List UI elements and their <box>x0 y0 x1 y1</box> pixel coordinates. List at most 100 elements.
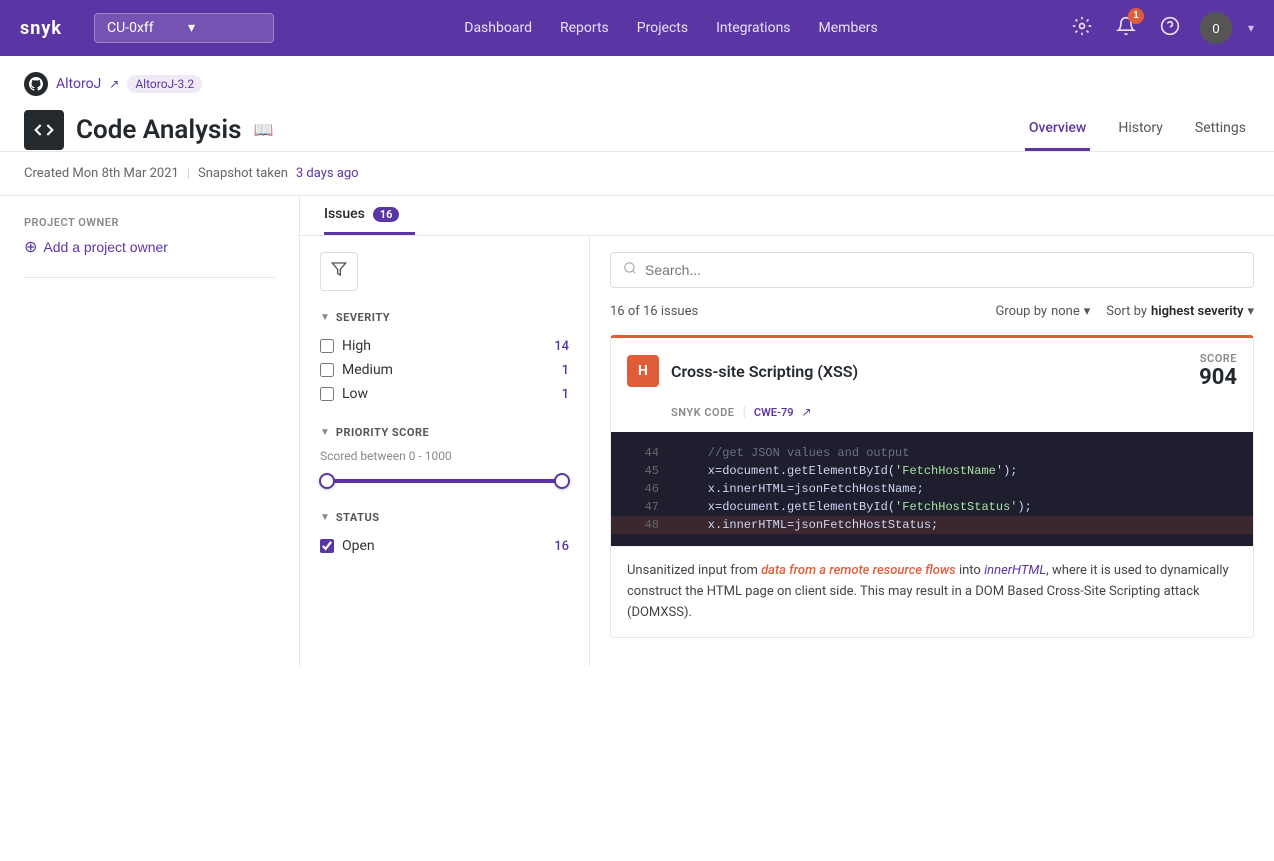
project-header: AltoroJ ↗ AltoroJ-3.2 Code Analysis 📖 Ov… <box>0 56 1274 152</box>
add-project-owner-button[interactable]: ⊕ Add a project owner <box>24 237 168 257</box>
filter-low-label: Low <box>342 386 554 402</box>
meta-source: SNYK CODE <box>671 406 734 419</box>
issue-score-section: SCORE 904 <box>1199 352 1237 390</box>
filter-button[interactable] <box>320 252 358 291</box>
breadcrumb: AltoroJ ↗ AltoroJ-3.2 <box>24 72 1250 96</box>
filter-medium-checkbox[interactable] <box>320 363 334 377</box>
desc-part-2: into <box>956 563 984 578</box>
issue-meta: SNYK CODE | CWE-79 ↗ <box>611 404 1253 432</box>
search-input[interactable] <box>645 262 1241 278</box>
repo-tag: AltoroJ-3.2 <box>127 75 202 93</box>
desc-part-1: Unsanitized input from <box>627 563 761 578</box>
nav-reports[interactable]: Reports <box>560 16 609 40</box>
github-icon <box>24 72 48 96</box>
org-selector[interactable]: CU-0xff ▾ <box>94 13 274 43</box>
user-avatar[interactable]: 0 <box>1200 12 1232 44</box>
avatar-chevron: ▾ <box>1248 21 1254 35</box>
project-owner-label: PROJECT OWNER <box>24 216 275 229</box>
code-content-46: x.innerHTML=jsonFetchHostName; <box>679 482 924 496</box>
severity-section-header[interactable]: ▼ SEVERITY <box>320 311 569 324</box>
plus-icon: ⊕ <box>24 237 37 257</box>
status-filter-section: ▼ STATUS Open 16 <box>320 511 569 558</box>
code-line-46: 46 x.innerHTML=jsonFetchHostName; <box>611 480 1253 498</box>
group-by-value: none <box>1051 304 1080 319</box>
project-sidebar: PROJECT OWNER ⊕ Add a project owner <box>0 196 300 666</box>
filter-low[interactable]: Low 1 <box>320 382 569 406</box>
line-number-48: 48 <box>627 518 659 532</box>
nav-dashboard[interactable]: Dashboard <box>464 16 532 40</box>
filter-low-checkbox[interactable] <box>320 387 334 401</box>
meta-separator: | <box>742 404 745 420</box>
filter-open[interactable]: Open 16 <box>320 534 569 558</box>
filter-high[interactable]: High 14 <box>320 334 569 358</box>
filter-medium[interactable]: Medium 1 <box>320 358 569 382</box>
code-line-47: 47 x=document.getElementById('FetchHostS… <box>611 498 1253 516</box>
tab-history[interactable]: History <box>1114 108 1167 151</box>
range-thumb-right[interactable] <box>554 473 570 489</box>
filter-open-checkbox[interactable] <box>320 539 334 553</box>
sort-by-chevron: ▾ <box>1247 304 1254 319</box>
sort-by-value: highest severity <box>1151 304 1243 319</box>
group-by-chevron: ▾ <box>1084 304 1091 319</box>
issue-card[interactable]: H Cross-site Scripting (XSS) SCORE 904 S… <box>610 335 1254 638</box>
settings-button[interactable] <box>1068 12 1096 45</box>
issue-title: Cross-site Scripting (XSS) <box>671 362 1187 381</box>
snyk-logo: snyk <box>20 18 62 39</box>
filter-medium-count: 1 <box>562 363 569 378</box>
severity-section-title: SEVERITY <box>336 311 390 324</box>
filter-high-count: 14 <box>554 339 569 354</box>
nav-projects[interactable]: Projects <box>637 16 688 40</box>
filter-open-label: Open <box>342 538 546 554</box>
code-analysis-icon <box>24 110 64 150</box>
issues-list-header: 16 of 16 issues Group by none ▾ Sort by … <box>610 304 1254 319</box>
status-section-title: STATUS <box>336 511 380 524</box>
issue-description: Unsanitized input from data from a remot… <box>611 546 1253 637</box>
topnav-actions: 1 0 ▾ <box>1068 12 1254 45</box>
page-title: Code Analysis 📖 <box>24 110 273 150</box>
repo-link[interactable]: AltoroJ <box>56 76 101 92</box>
nav-members[interactable]: Members <box>819 16 878 40</box>
chevron-down-icon: ▾ <box>188 20 261 36</box>
range-fill <box>320 479 569 483</box>
priority-section-header[interactable]: ▼ PRIORITY SCORE <box>320 426 569 439</box>
issues-tab-label: Issues <box>324 206 365 222</box>
snapshot-text: Snapshot taken <box>198 166 288 181</box>
priority-range-slider[interactable] <box>320 471 569 491</box>
line-number-46: 46 <box>627 482 659 496</box>
code-content-48: x.innerHTML=jsonFetchHostStatus; <box>679 518 938 532</box>
tab-overview[interactable]: Overview <box>1025 108 1090 151</box>
priority-range-label: Scored between 0 - 1000 <box>320 449 569 463</box>
cwe-link[interactable]: CWE-79 <box>754 406 794 419</box>
nav-integrations[interactable]: Integrations <box>716 16 790 40</box>
line-number-44: 44 <box>627 446 659 460</box>
external-link-icon: ↗ <box>109 77 119 91</box>
range-thumb-left[interactable] <box>319 473 335 489</box>
code-content-47: x=document.getElementById('FetchHostStat… <box>679 500 1032 514</box>
sort-controls: Group by none ▾ Sort by highest severity… <box>995 304 1254 319</box>
tab-settings[interactable]: Settings <box>1191 108 1250 151</box>
group-by-dropdown[interactable]: Group by none ▾ <box>995 304 1090 319</box>
filter-medium-label: Medium <box>342 362 554 378</box>
code-line-48: 48 x.innerHTML=jsonFetchHostStatus; <box>611 516 1253 534</box>
priority-score-section: ▼ PRIORITY SCORE Scored between 0 - 1000 <box>320 426 569 491</box>
sort-by-dropdown[interactable]: Sort by highest severity ▾ <box>1106 304 1254 319</box>
group-by-label: Group by <box>995 304 1047 319</box>
desc-highlight-flow: data from a remote resource flows <box>761 563 956 578</box>
sort-by-label: Sort by <box>1106 304 1147 319</box>
snapshot-link[interactable]: 3 days ago <box>296 166 359 181</box>
sub-header: Created Mon 8th Mar 2021 | Snapshot take… <box>0 152 1274 196</box>
priority-section-title: PRIORITY SCORE <box>336 426 429 439</box>
score-value: 904 <box>1199 365 1237 390</box>
filter-high-checkbox[interactable] <box>320 339 334 353</box>
documentation-icon[interactable]: 📖 <box>253 120 273 139</box>
cwe-external-icon: ↗ <box>802 405 812 419</box>
help-button[interactable] <box>1156 12 1184 45</box>
status-chevron: ▼ <box>320 512 330 523</box>
status-section-header[interactable]: ▼ STATUS <box>320 511 569 524</box>
notifications-button[interactable]: 1 <box>1112 12 1140 45</box>
tab-issues[interactable]: Issues 16 <box>324 196 415 235</box>
notification-count: 1 <box>1128 8 1144 24</box>
code-line-44: 44 //get JSON values and output <box>611 444 1253 462</box>
severity-badge: H <box>627 355 659 387</box>
desc-highlight-inner-html: innerHTML <box>984 563 1046 578</box>
